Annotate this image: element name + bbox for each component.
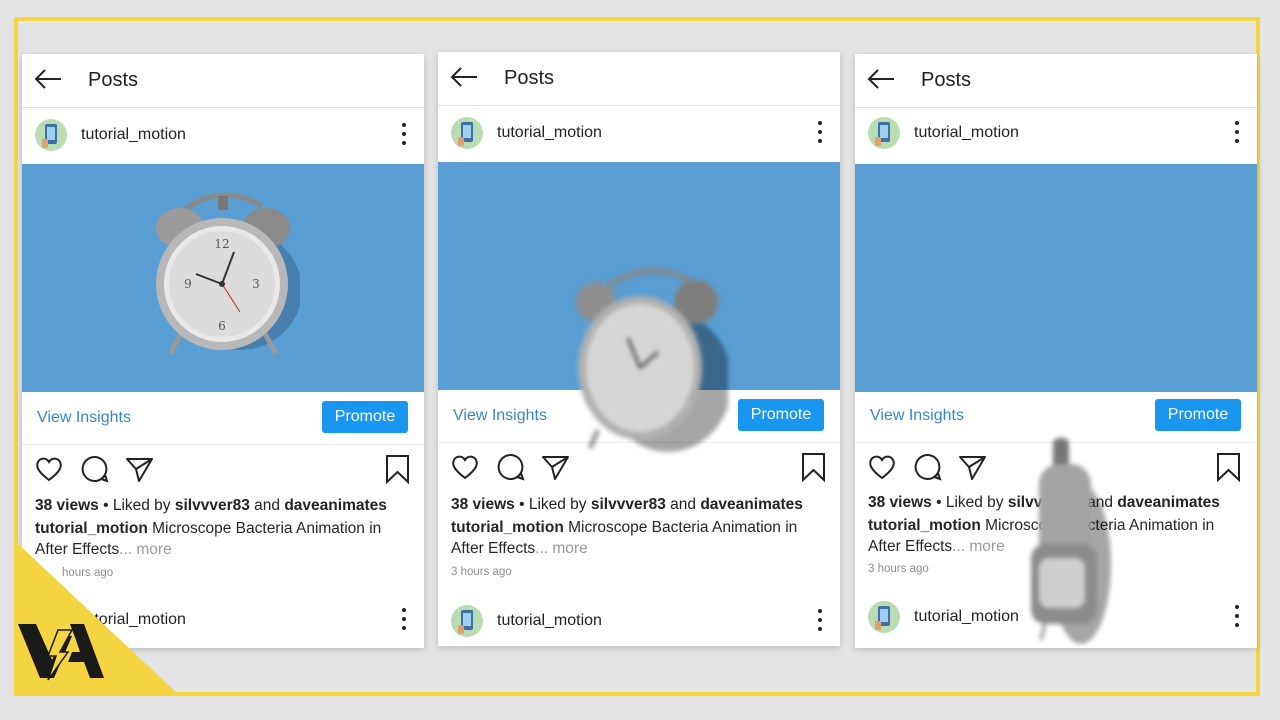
comment-icon[interactable] — [80, 454, 110, 484]
app-header: Posts — [22, 54, 424, 108]
alarm-clock-image — [1031, 438, 1111, 644]
share-icon[interactable] — [124, 454, 154, 484]
bookmark-icon[interactable] — [800, 452, 828, 482]
page-title: Posts — [921, 69, 972, 91]
and-text: and — [665, 496, 701, 513]
insights-row: View Insights Promote — [22, 392, 424, 445]
post-panel-2: Posts tutorial_motion View Insights Prom… — [438, 52, 840, 646]
more-vert-icon[interactable] — [818, 609, 822, 631]
likes-line: 38 views • Liked by silvvver83 and davea… — [35, 497, 387, 515]
heart-icon[interactable] — [34, 454, 64, 484]
avatar[interactable] — [451, 117, 483, 149]
liker-2[interactable]: daveanimates — [284, 497, 387, 514]
page-title: Posts — [504, 67, 555, 89]
caption-username[interactable]: tutorial_motion — [35, 520, 148, 537]
liked-by-text: • Liked by — [98, 497, 175, 514]
post-actions — [438, 452, 840, 492]
caption-ellipsis: ... — [119, 541, 133, 558]
back-arrow-icon[interactable] — [449, 66, 479, 88]
view-insights-link[interactable]: View Insights — [870, 407, 964, 425]
svg-text:3: 3 — [252, 277, 260, 291]
liked-by-text: • Liked by — [931, 494, 1008, 511]
and-text: and — [249, 497, 285, 514]
app-header: Posts — [855, 54, 1257, 108]
more-link[interactable]: more — [132, 541, 171, 558]
avatar[interactable] — [868, 117, 900, 149]
username[interactable]: tutorial_motion — [914, 124, 1019, 142]
liker-2[interactable]: daveanimates — [1117, 494, 1220, 511]
caption-ellipsis: ... — [535, 540, 549, 557]
more-vert-icon[interactable] — [402, 123, 406, 145]
views-count: 38 views — [451, 496, 515, 513]
share-icon[interactable] — [957, 452, 987, 482]
view-insights-link[interactable]: View Insights — [453, 407, 547, 425]
post-time: hours ago — [62, 567, 114, 579]
avatar[interactable] — [35, 119, 67, 151]
post-panel-3: Posts tutorial_motion View Insights Prom… — [855, 54, 1257, 648]
comment-icon[interactable] — [913, 452, 943, 482]
post-caption: tutorial_motion Microscope Bacteria Anim… — [35, 518, 407, 560]
post-header: tutorial_motion — [438, 107, 840, 163]
alarm-clock-image: 12 3 6 9 — [156, 192, 300, 356]
caption-ellipsis: ... — [952, 538, 966, 555]
promote-button[interactable]: Promote — [738, 399, 824, 431]
app-header: Posts — [438, 52, 840, 106]
next-post-header: tutorial_motion — [22, 594, 424, 648]
more-link[interactable]: more — [548, 540, 587, 557]
views-count: 38 views — [35, 497, 99, 514]
username[interactable]: tutorial_motion — [497, 124, 602, 142]
heart-icon[interactable] — [867, 452, 897, 482]
liker-1[interactable]: silvvver83 — [591, 496, 666, 513]
caption-username[interactable]: tutorial_motion — [451, 519, 564, 536]
avatar[interactable] — [451, 605, 483, 637]
post-caption: tutorial_motion Microscope Bacteria Anim… — [451, 517, 823, 559]
next-post-header: tutorial_motion — [438, 595, 840, 646]
caption-username[interactable]: tutorial_motion — [868, 517, 981, 534]
post-media — [855, 164, 1257, 392]
more-vert-icon[interactable] — [402, 608, 406, 630]
post-actions — [22, 454, 424, 494]
liked-by-text: • Liked by — [514, 496, 591, 513]
username[interactable]: tutorial_motion — [81, 126, 186, 144]
post-time: 3 hours ago — [868, 563, 929, 575]
post-header: tutorial_motion — [22, 109, 424, 165]
more-vert-icon[interactable] — [818, 121, 822, 143]
page-title: Posts — [88, 69, 139, 91]
promote-button[interactable]: Promote — [322, 401, 408, 433]
alarm-clock-image — [576, 268, 728, 452]
views-count: 38 views — [868, 494, 932, 511]
post-panel-1: Posts tutorial_motion 12 3 6 9 View Insig… — [22, 54, 424, 648]
more-vert-icon[interactable] — [1235, 121, 1239, 143]
liker-1[interactable]: silvvver83 — [175, 497, 250, 514]
promote-button[interactable]: Promote — [1155, 399, 1241, 431]
avatar[interactable] — [868, 601, 900, 633]
svg-text:12: 12 — [214, 237, 229, 251]
back-arrow-icon[interactable] — [866, 68, 896, 90]
share-icon[interactable] — [540, 452, 570, 482]
back-arrow-icon[interactable] — [33, 68, 63, 90]
view-insights-link[interactable]: View Insights — [37, 409, 131, 427]
username[interactable]: tutorial_motion — [914, 608, 1019, 626]
username[interactable]: tutorial_motion — [81, 611, 186, 629]
post-time: 3 hours ago — [451, 566, 512, 578]
heart-icon[interactable] — [450, 452, 480, 482]
more-vert-icon[interactable] — [1235, 605, 1239, 627]
username[interactable]: tutorial_motion — [497, 612, 602, 630]
bookmark-icon[interactable] — [1215, 452, 1243, 482]
bookmark-icon[interactable] — [384, 454, 412, 484]
svg-text:9: 9 — [184, 277, 192, 291]
post-media: 12 3 6 9 — [22, 164, 424, 392]
more-link[interactable]: more — [965, 538, 1004, 555]
svg-text:6: 6 — [218, 319, 226, 333]
likes-line: 38 views • Liked by silvvver83 and davea… — [451, 496, 803, 514]
comment-icon[interactable] — [496, 452, 526, 482]
liker-2[interactable]: daveanimates — [700, 496, 803, 513]
post-header: tutorial_motion — [855, 107, 1257, 163]
